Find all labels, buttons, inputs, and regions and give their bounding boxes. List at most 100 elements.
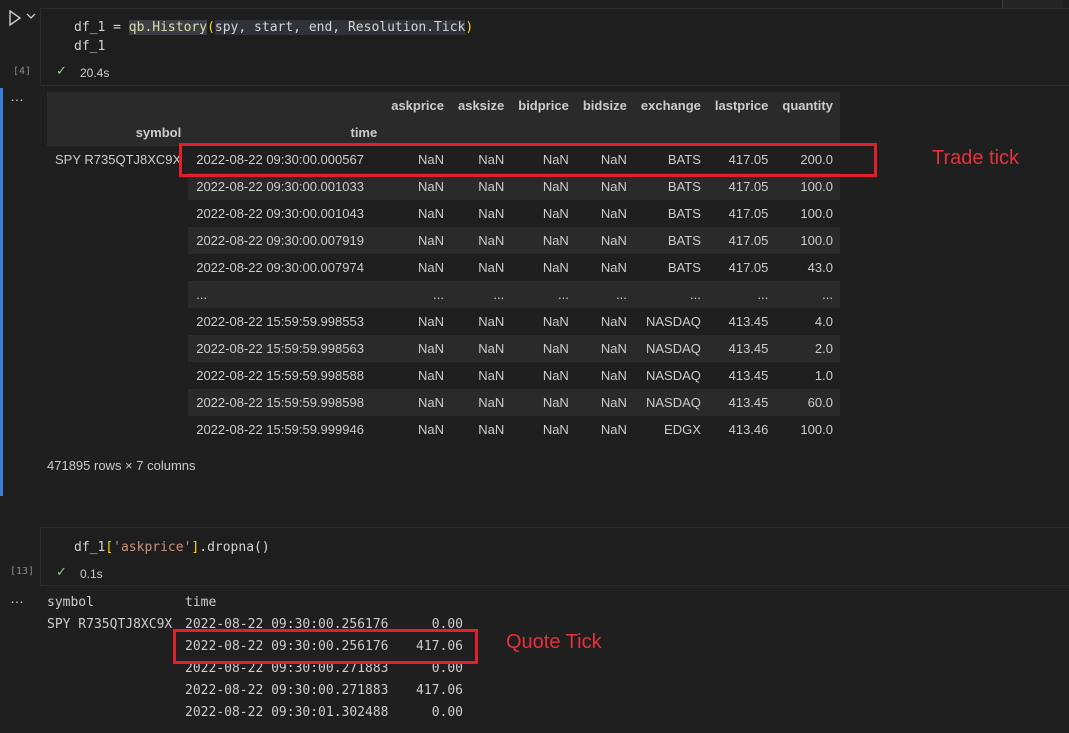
table-row: 2022-08-22 15:59:59.998553 NaN NaN NaN NaN NA…: [47, 308, 840, 335]
col-quantity: quantity: [775, 92, 840, 119]
run-cell-icon[interactable]: [8, 10, 22, 26]
index-time: 2022-08-22 09:30:00.001033: [188, 173, 385, 200]
table-cell: NaN: [478, 368, 505, 383]
table-cell: 417.05: [728, 206, 769, 221]
col-bidprice: bidprice: [511, 92, 576, 119]
table-cell: ...: [775, 281, 840, 308]
table-cell: NaN: [600, 368, 627, 383]
table-cell: NaN: [384, 227, 451, 254]
table-cell: NaN: [384, 173, 451, 200]
table-cell: 2.0: [775, 335, 840, 362]
table-cell: 100.0: [800, 206, 833, 221]
table-cell: ...: [575, 281, 634, 308]
index-time: 2022-08-22 09:30:00.001043: [196, 206, 364, 221]
series-row-time: 2022-08-22 09:30:00.271883: [185, 683, 389, 698]
table-cell: NaN: [575, 389, 634, 416]
table-cell: NaN: [417, 260, 444, 275]
table-row: 2022-08-22 15:59:59.999946 NaN NaN NaN NaN ED…: [47, 416, 840, 443]
trade-tick-label: Trade tick: [932, 147, 1020, 169]
series-symbol: SPY R735QTJ8XC9X: [47, 617, 173, 632]
table-cell: NASDAQ: [633, 389, 708, 416]
table-row: 2022-08-22 15:59:59.998563 NaN NaN NaN NaN NA…: [47, 335, 840, 362]
table-cell: NaN: [575, 227, 634, 254]
table-cell: ...: [511, 281, 576, 308]
index-time: 2022-08-22 09:30:00.007919: [188, 227, 385, 254]
table-cell: 60.0: [775, 389, 840, 416]
table-row: 2022-08-22 15:59:59.998588 NaN NaN NaN NaN NA…: [47, 362, 840, 389]
table-cell: 417.05: [728, 260, 769, 275]
table-cell: NaN: [542, 422, 569, 437]
index-time: 2022-08-22 09:30:00.007974: [196, 260, 364, 275]
table-cell: NaN: [478, 260, 505, 275]
col-bidsize: bidsize: [575, 92, 634, 119]
col-exchange: exchange: [633, 92, 708, 119]
table-cell: 417.05: [707, 227, 776, 254]
table-cell: NaN: [511, 227, 576, 254]
column-header-row: askprice asksize bidprice bidsize exchan…: [47, 92, 840, 119]
table-cell: 417.05: [707, 173, 776, 200]
index-symbol: SPY R735QTJ8XC9X: [55, 152, 182, 167]
col-asksize: asksize: [450, 92, 512, 119]
table-row: 2022-08-22 09:30:00.001043 NaN NaN NaN NaN BA…: [47, 200, 840, 227]
index-time: 2022-08-22 15:59:59.998563: [188, 335, 385, 362]
index-time: 2022-08-22 15:59:59.998598: [188, 389, 385, 416]
table-cell: NaN: [600, 260, 627, 275]
output-more-icon-2[interactable]: …: [10, 590, 25, 606]
table-cell: NaN: [478, 422, 505, 437]
table-cell: NaN: [575, 335, 634, 362]
index-name-symbol: symbol: [47, 119, 189, 146]
table-cell: NaN: [542, 368, 569, 383]
index-name-time: time: [188, 119, 385, 146]
trade-tick-highlight: [179, 143, 877, 177]
dataframe-shape: 471895 rows × 7 columns: [47, 458, 196, 473]
table-cell: NaN: [450, 173, 512, 200]
table-cell: 413.45: [728, 314, 769, 329]
table-cell: NASDAQ: [645, 368, 701, 383]
table-cell: 100.0: [800, 422, 833, 437]
table-cell: BATS: [667, 260, 701, 275]
table-row: ........................: [47, 281, 840, 308]
series-row-value: 417.06: [416, 683, 463, 698]
execution-duration-2: 0.1s: [80, 567, 103, 581]
table-cell: NaN: [417, 422, 444, 437]
table-cell: 413.46: [728, 422, 769, 437]
table-cell: NASDAQ: [645, 314, 701, 329]
table-cell: NaN: [542, 260, 569, 275]
table-cell: 413.45: [707, 389, 776, 416]
output-more-icon[interactable]: …: [10, 88, 25, 104]
index-time: 2022-08-22 15:59:59.999946: [196, 422, 364, 437]
table-row: 2022-08-22 09:30:00.007919 NaN NaN NaN NaN BA…: [47, 227, 840, 254]
code-editor-2[interactable]: [40, 527, 1069, 586]
index-time: 2022-08-22 15:59:59.998553: [196, 314, 364, 329]
table-cell: 4.0: [814, 314, 833, 329]
table-cell: 43.0: [807, 260, 833, 275]
table-cell: 413.45: [707, 335, 776, 362]
active-cell-indicator: [0, 88, 3, 496]
chevron-down-icon[interactable]: [25, 10, 37, 22]
table-cell: 100.0: [775, 227, 840, 254]
table-cell: NaN: [417, 314, 444, 329]
table-cell: ...: [707, 281, 776, 308]
index-header-row: symbol time: [47, 119, 840, 146]
code-function-token: qb.History: [128, 20, 208, 35]
table-cell: NaN: [450, 227, 512, 254]
table-row: 2022-08-22 09:30:00.007974 NaN NaN NaN NaN BA…: [47, 254, 840, 281]
table-cell: NaN: [511, 173, 576, 200]
table-row: 2022-08-22 15:59:59.998598 NaN NaN NaN NaN NA…: [47, 389, 840, 416]
code-line-1[interactable]: df_1 = qb.History(spy, start, end, Resol…: [74, 20, 473, 35]
execution-duration: 20.4s: [80, 66, 110, 80]
table-cell: NaN: [542, 314, 569, 329]
table-cell: NaN: [575, 173, 634, 200]
table-cell: 413.45: [728, 368, 769, 383]
table-cell: NaN: [600, 314, 627, 329]
table-row: 2022-08-22 09:30:00.001033 NaN NaN NaN NaN BA…: [47, 173, 840, 200]
table-cell: 1.0: [814, 368, 833, 383]
code-line-2[interactable]: df_1: [74, 39, 105, 54]
table-cell: NaN: [478, 206, 505, 221]
series-header-symbol: symbol: [47, 595, 94, 610]
quote-tick-label: Quote Tick: [506, 631, 602, 653]
code-line-cell2[interactable]: df_1['askprice'].dropna(): [74, 540, 270, 555]
table-cell: 100.0: [775, 173, 840, 200]
index-time: ...: [188, 281, 385, 308]
table-cell: NaN: [511, 335, 576, 362]
